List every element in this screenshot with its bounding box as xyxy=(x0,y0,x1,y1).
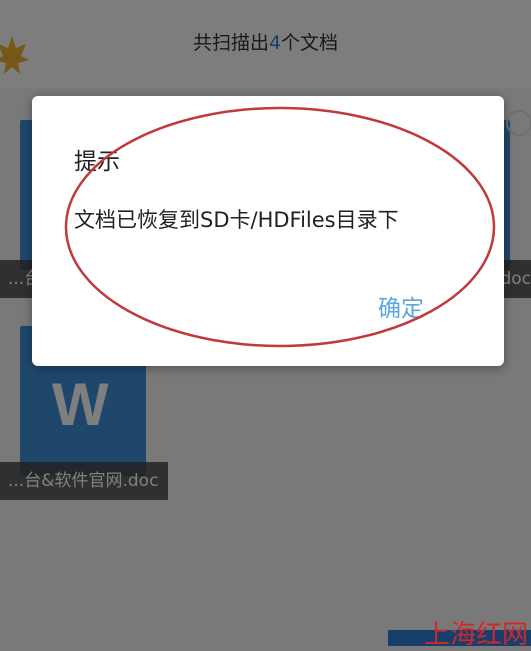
dialog-title: 提示 xyxy=(74,149,120,175)
dialog-message: 文档已恢复到SD卡/HDFiles目录下 xyxy=(74,208,399,232)
watermark: 上海红网 xyxy=(424,620,529,650)
alert-dialog: 提示 文档已恢复到SD卡/HDFiles目录下 确定 xyxy=(32,96,504,366)
ok-button[interactable]: 确定 xyxy=(378,289,424,323)
